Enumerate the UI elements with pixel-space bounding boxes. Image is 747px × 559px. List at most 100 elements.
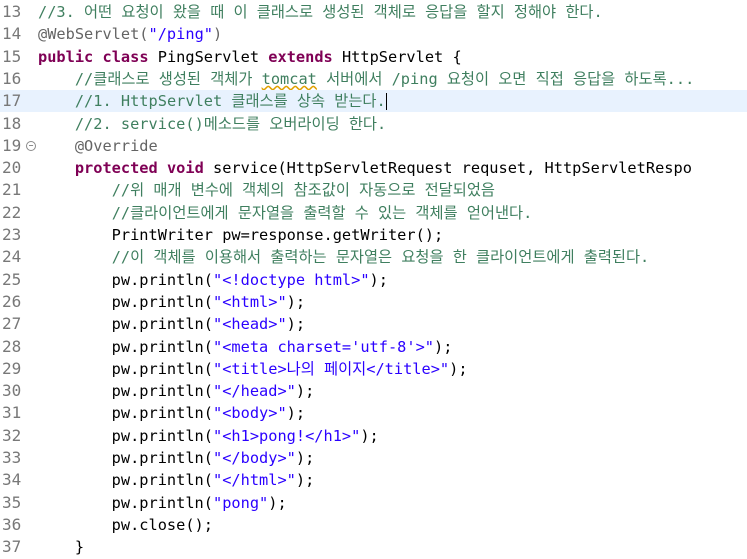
code-token: pw.println( [38,426,213,445]
line-code: pw.println("<title>나의 페이지</title>"); [38,358,468,380]
keyword-token: protected [74,159,158,178]
code-token: pw.println( [38,493,213,512]
string-token: "/ping" [148,25,213,44]
code-token: PrintWriter pw=response.getWriter(); [38,226,444,244]
code-line[interactable]: 21 //위 매개 변수에 객체의 참조값이 자동으로 전달되었음 [0,179,747,201]
text-caret [385,93,387,111]
line-number: 27 [2,314,22,334]
code-line[interactable]: 30 pw.println("</head>"); [0,380,747,402]
code-line[interactable]: 27 pw.println("<head>"); [0,313,747,335]
line-number: 15 [2,46,22,66]
string-token: "</html>" [212,471,296,490]
code-line[interactable]: 25 pw.println("<!doctype html>"); [0,269,747,291]
code-token: service(HttpServletRequest requset, Http… [203,159,692,178]
code-token: ); [286,315,306,334]
keyword-token: public [38,47,94,66]
line-code: pw.println("<meta charset='utf-8'>"); [38,336,453,358]
line-number: 28 [2,336,22,356]
line-code: pw.println("<head>"); [38,313,305,335]
code-token: pw.println( [38,471,213,490]
code-token: ); [360,426,379,445]
comment-token: //이 객체를 이용해서 출력하는 문자열은 요청을 한 클라이언트에게 출력된… [111,248,650,267]
line-number: 34 [2,470,22,490]
line-code: pw.println("pong"); [38,492,287,514]
code-line[interactable]: 28 pw.println("<meta charset='utf-8'>"); [0,336,747,358]
line-code: pw.println("<body>"); [38,402,305,424]
line-code: @WebServlet("/ping") [38,23,222,45]
code-line[interactable]: 33 pw.println("</body>"); [0,447,747,469]
string-token: "<body>" [212,404,287,423]
code-token: pw.println( [38,382,213,401]
comment-token: //클래스로 생성된 객체가 [74,69,262,88]
code-line[interactable]: 35 pw.println("pong"); [0,492,747,514]
line-number: 22 [2,202,22,222]
code-line[interactable]: 16 //클래스로 생성된 객체가 tomcat 서버에서 /ping 요청이 … [0,68,747,90]
code-line[interactable]: 36 pw.close(); [0,514,747,536]
string-token: "<head>" [212,315,287,334]
code-token: pw.println( [38,292,213,311]
fold-toggle-icon[interactable]: − [26,140,36,151]
line-number: 32 [2,425,22,445]
line-code: pw.println("<h1>pong!</h1>"); [38,425,379,447]
code-line[interactable]: 17 //1. HttpServlet 클래스를 상속 받는다. [0,90,747,113]
code-token: pw.println( [38,315,213,334]
code-line[interactable]: 19− @Override [0,135,747,157]
code-line[interactable]: 29 pw.println("<title>나의 페이지</title>"); [0,358,747,380]
keyword-token: class [102,47,149,66]
code-token: ); [434,337,453,356]
code-editor[interactable]: 13 //3. 어떤 요청이 왔을 때 이 클래스로 생성된 객체로 응답을 할지… [0,0,747,559]
code-line[interactable]: 37 } [0,536,747,558]
line-code: //1. HttpServlet 클래스를 상속 받는다. [38,90,387,112]
code-line[interactable]: 32 pw.println("<h1>pong!</h1>"); [0,425,747,447]
code-token: pw.println( [38,270,213,289]
annotation-token: @WebServlet( [38,25,149,44]
line-code: //위 매개 변수에 객체의 참조값이 자동으로 전달되었음 [38,179,495,201]
string-token: "<meta charset='utf-8'>" [212,337,435,356]
code-line[interactable]: 14 @WebServlet("/ping") [0,23,747,45]
string-token: "<h1>pong!</h1>" [212,426,361,445]
code-token: HttpServlet { [332,47,462,66]
code-line[interactable]: 23 PrintWriter pw=response.getWriter(); [0,224,747,246]
line-number: 18 [2,113,22,133]
comment-token: //클라이언트에게 문자열을 출력할 수 있는 객체를 얻어낸다. [111,203,533,222]
code-line[interactable]: 15 public class PingServlet extends HttpS… [0,46,747,68]
line-code: //이 객체를 이용해서 출력하는 문자열은 요청을 한 클라이언트에게 출력된… [38,246,650,268]
code-token: ); [295,382,315,401]
code-token: pw.println( [38,359,213,378]
code-line[interactable]: 26 pw.println("<html>"); [0,291,747,313]
line-number: 24 [2,247,22,267]
code-token: ); [449,359,468,378]
code-token: pw.println( [38,337,213,356]
code-line[interactable]: 13 //3. 어떤 요청이 왔을 때 이 클래스로 생성된 객체로 응답을 할지… [0,1,747,23]
line-code: pw.println("</html>"); [38,469,315,491]
code-line[interactable]: 31 pw.println("<body>"); [0,402,747,424]
line-number: 25 [2,269,22,289]
line-number: 29 [2,358,22,378]
code-line[interactable]: 20 protected void service(HttpServletReq… [0,157,747,179]
line-code: //클래스로 생성된 객체가 tomcat 서버에서 /ping 요청이 오면 … [38,68,694,90]
line-code: public class PingServlet extends HttpSer… [38,46,462,68]
comment-token: //1. HttpServlet 클래스를 상속 받는다. [74,92,386,111]
code-line[interactable]: 24 //이 객체를 이용해서 출력하는 문자열은 요청을 한 클라이언트에게 … [0,246,747,268]
string-token: "</head>" [212,382,296,401]
line-number: 31 [2,403,22,423]
line-number: 23 [2,225,22,244]
code-line[interactable]: 22 //클라이언트에게 문자열을 출력할 수 있는 객체를 얻어낸다. [0,202,747,224]
line-number: 17 [2,91,22,111]
annotation-token: ) [212,25,223,44]
string-token: "<html>" [212,292,287,311]
line-number: 36 [2,514,22,534]
line-code: //2. service()메소드를 오버라이딩 한다. [38,113,386,135]
code-token: pw.close(); [38,515,213,534]
comment-token: //3. 어떤 요청이 왔을 때 이 클래스로 생성된 객체로 응답을 할지 정… [38,3,603,21]
comment-token: //2. service()메소드를 오버라이딩 한다. [74,114,387,133]
code-line[interactable]: 18 //2. service()메소드를 오버라이딩 한다. [0,113,747,135]
line-number: 33 [2,448,22,467]
line-number: 30 [2,381,22,401]
code-line[interactable]: 34 pw.println("</html>"); [0,469,747,491]
line-code: pw.println("<!doctype html>"); [38,269,388,291]
